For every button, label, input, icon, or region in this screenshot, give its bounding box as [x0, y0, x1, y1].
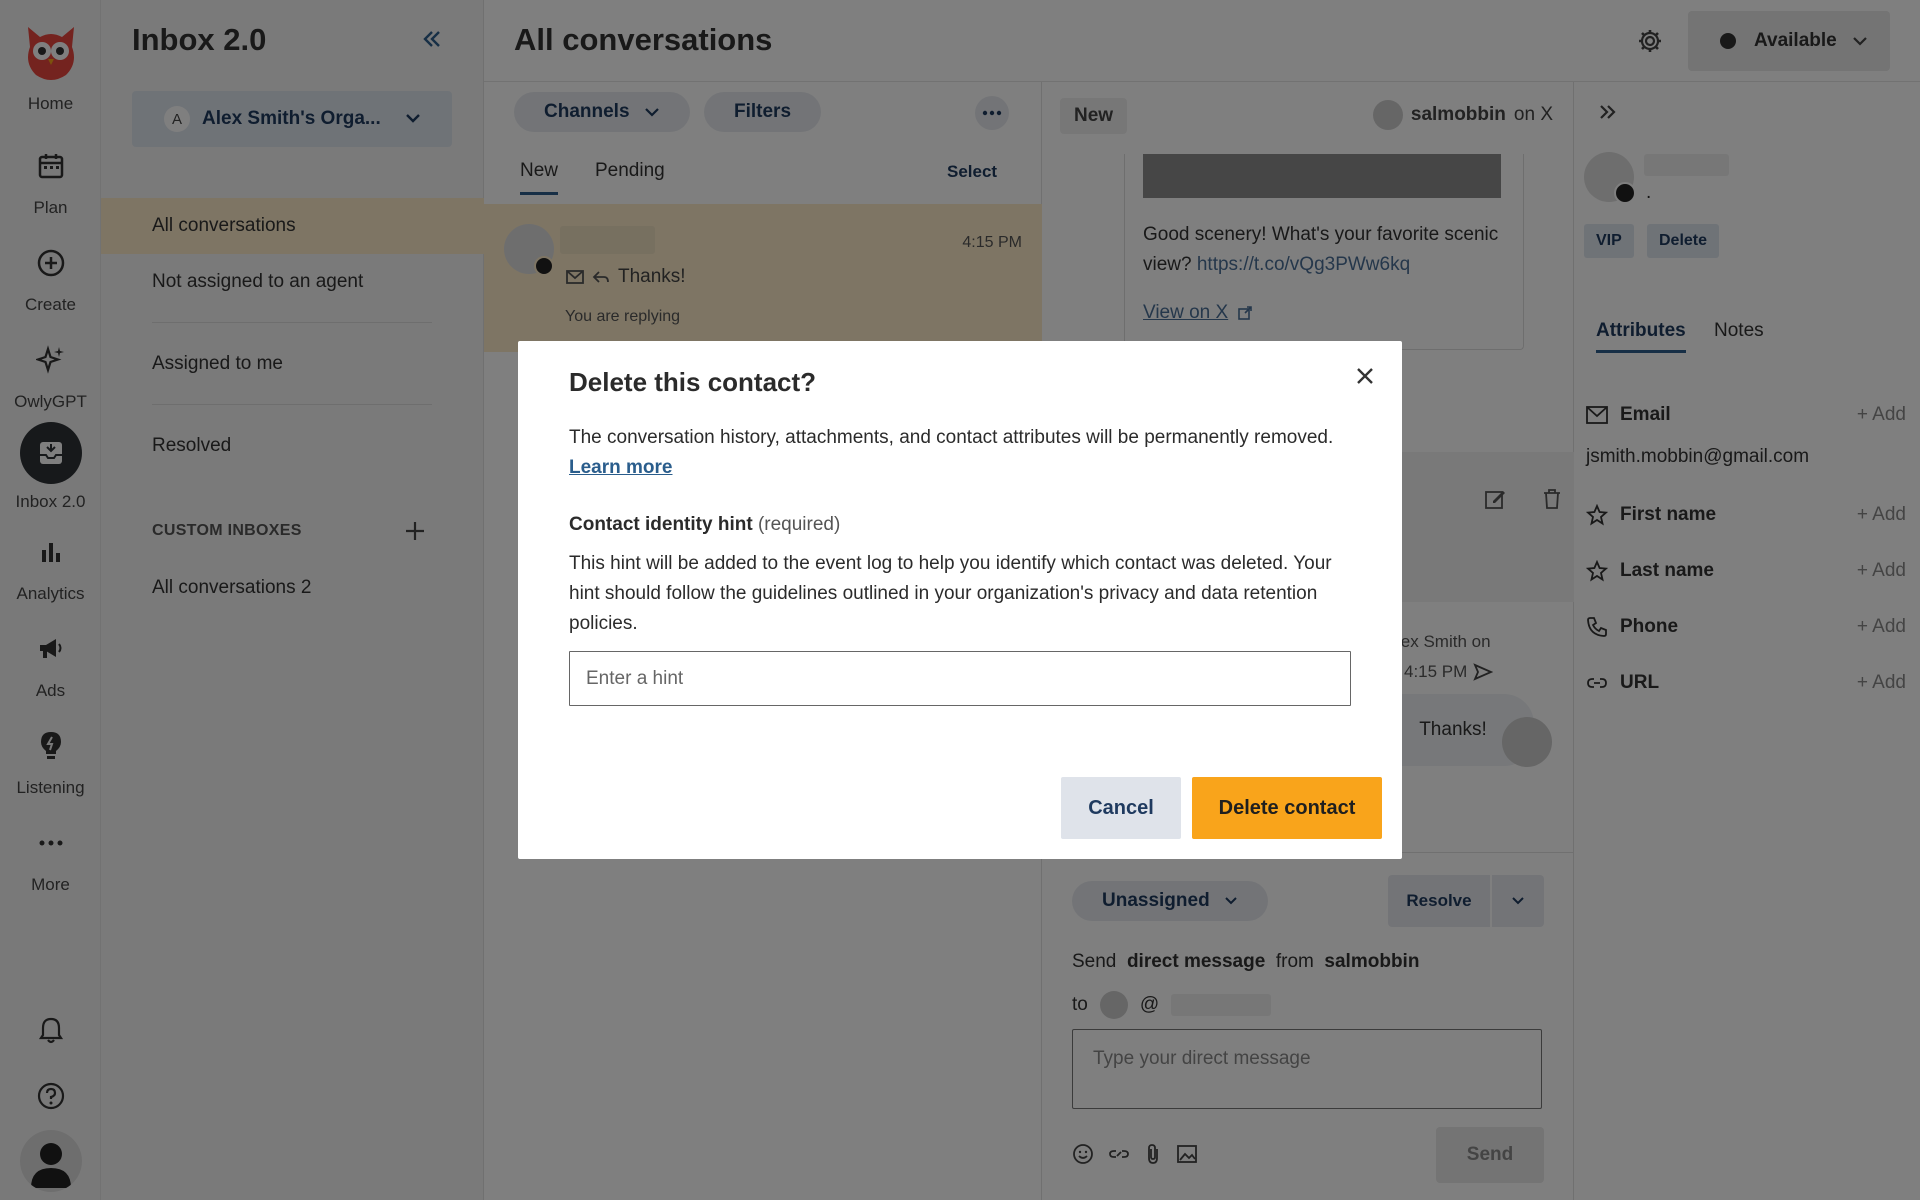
hint-field-label: Contact identity hint (required) [569, 514, 841, 535]
delete-contact-dialog: Delete this contact? The conversation hi… [518, 341, 1402, 859]
close-icon [1354, 365, 1376, 387]
dialog-description: The conversation history, attachments, a… [569, 423, 1369, 483]
delete-contact-confirm-button[interactable]: Delete contact [1192, 777, 1382, 839]
learn-more-link[interactable]: Learn more [569, 453, 1369, 483]
hint-help-text: This hint will be added to the event log… [569, 553, 1332, 634]
hint-input[interactable] [569, 651, 1351, 706]
cancel-button[interactable]: Cancel [1061, 777, 1181, 839]
close-button[interactable] [1354, 365, 1376, 387]
dialog-title: Delete this contact? [569, 367, 817, 397]
